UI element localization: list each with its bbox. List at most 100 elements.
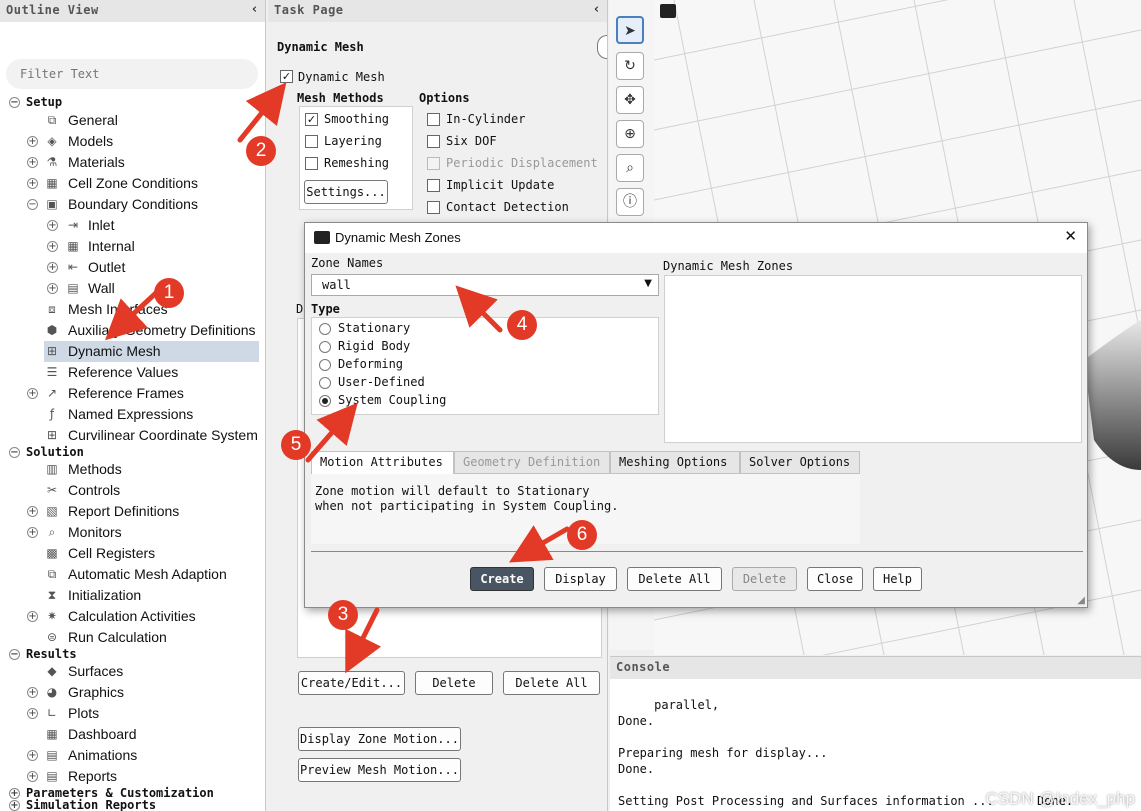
tab-geometry-definition[interactable]: Geometry Definition — [454, 451, 610, 474]
option-checkbox-label: Periodic Displacement — [446, 156, 598, 170]
tree-item[interactable]: + ▤ Animations — [0, 745, 265, 766]
option-checkbox[interactable] — [427, 135, 440, 148]
expand-icon[interactable]: + — [27, 750, 38, 761]
tree-item[interactable]: + ⇤ Outlet — [0, 257, 265, 278]
type-radio[interactable] — [319, 341, 331, 353]
type-radio[interactable] — [319, 377, 331, 389]
delete-all-zones-button[interactable]: Delete All — [503, 671, 600, 695]
collapse-icon[interactable]: − — [9, 649, 20, 660]
tree-item[interactable]: + ▦ Internal — [0, 236, 265, 257]
tree-item[interactable]: ⧗ Initialization — [0, 585, 265, 606]
tree-item[interactable]: + ▦ Cell Zone Conditions — [0, 173, 265, 194]
expand-icon[interactable]: + — [27, 527, 38, 538]
tree-item[interactable]: + ✷ Calculation Activities — [0, 606, 265, 627]
tree-item-label: Inlet — [88, 217, 115, 233]
info-icon[interactable]: ⓘ — [616, 188, 644, 216]
tree-item[interactable]: + Simulation Reports — [0, 795, 265, 811]
expand-icon[interactable]: + — [47, 262, 58, 273]
tree-item[interactable]: ☰ Reference Values — [0, 362, 265, 383]
tree-item[interactable]: + ∟ Plots — [0, 703, 265, 724]
tree-item[interactable]: + ◈ Models — [0, 131, 265, 152]
option-checkbox[interactable] — [427, 157, 440, 170]
tree-item[interactable]: + ⇥ Inlet — [0, 215, 265, 236]
help-tab-edge[interactable] — [597, 35, 607, 59]
filter-text-input[interactable] — [6, 59, 258, 89]
outline-collapse-icon[interactable]: ‹ — [251, 2, 259, 17]
tree-item[interactable]: ⧉ Automatic Mesh Adaption — [0, 564, 265, 585]
expand-icon[interactable]: + — [27, 136, 38, 147]
create-edit-button[interactable]: Create/Edit... — [298, 671, 405, 695]
settings-button[interactable]: Settings... — [304, 180, 388, 204]
collapse-icon[interactable]: − — [27, 199, 38, 210]
collapse-icon[interactable]: − — [9, 447, 20, 458]
initialization-icon: ⧗ — [47, 588, 57, 602]
expand-icon[interactable]: + — [27, 611, 38, 622]
expand-icon[interactable]: + — [27, 157, 38, 168]
rotate-icon[interactable]: ↻ — [616, 52, 644, 80]
zone-names-dropdown[interactable]: wall ▼ — [311, 274, 659, 296]
tree-item[interactable]: ⬢ Auxiliary Geometry Definitions — [0, 320, 265, 341]
tree-item[interactable]: + ⚗ Materials — [0, 152, 265, 173]
expand-icon[interactable]: + — [27, 771, 38, 782]
tree-item[interactable]: + ◕ Graphics — [0, 682, 265, 703]
zoom-to-area-icon[interactable]: ⌕ — [616, 154, 644, 182]
preview-mesh-motion-button[interactable]: Preview Mesh Motion... — [298, 758, 461, 782]
tree-item[interactable]: + ▧ Report Definitions — [0, 501, 265, 522]
tree-item[interactable]: ◆ Surfaces — [0, 661, 265, 682]
delete-all-button[interactable]: Delete All — [627, 567, 722, 591]
delete-button[interactable]: Delete — [732, 567, 797, 591]
tree-item[interactable]: ✂ Controls — [0, 480, 265, 501]
help-button[interactable]: Help — [873, 567, 922, 591]
option-checkbox[interactable] — [427, 113, 440, 126]
resize-grip-icon[interactable]: ◢ — [1077, 595, 1085, 606]
zoom-in-out-icon[interactable]: ⊕ — [616, 120, 644, 148]
option-checkbox[interactable] — [427, 201, 440, 214]
expand-icon[interactable]: + — [47, 220, 58, 231]
display-button[interactable]: Display — [544, 567, 617, 591]
type-radio-label: Deforming — [338, 357, 404, 371]
tree-item[interactable]: + ⌕ Monitors — [0, 522, 265, 543]
animations-icon: ▤ — [46, 748, 58, 762]
dialog-titlebar[interactable]: Dynamic Mesh Zones ✕ — [305, 223, 1087, 253]
tree-item[interactable]: ▥ Methods — [0, 459, 265, 480]
option-checkbox[interactable] — [427, 179, 440, 192]
tree-item[interactable]: + ↗ Reference Frames — [0, 383, 265, 404]
close-icon[interactable]: ✕ — [1064, 227, 1077, 245]
dynamic-mesh-checkbox[interactable]: ✓ — [280, 70, 293, 83]
mesh-method-checkbox[interactable] — [305, 135, 318, 148]
tree-item[interactable]: ⧉ General — [0, 110, 265, 131]
tree-item[interactable]: + ▤ Wall — [0, 278, 265, 299]
collapse-icon[interactable]: − — [9, 97, 20, 108]
close-button[interactable]: Close — [807, 567, 863, 591]
task-page-collapse-icon[interactable]: ‹ — [593, 2, 601, 17]
create-button[interactable]: Create — [470, 567, 534, 591]
type-radio[interactable] — [319, 395, 331, 407]
dynamic-mesh-zones-listbox[interactable] — [664, 275, 1082, 443]
delete-zone-button[interactable]: Delete — [415, 671, 493, 695]
tree-item[interactable]: ▦ Dashboard — [0, 724, 265, 745]
expand-icon[interactable]: + — [27, 687, 38, 698]
expand-icon[interactable]: + — [27, 388, 38, 399]
type-radio[interactable] — [319, 359, 331, 371]
tree-item[interactable]: ƒ Named Expressions — [0, 404, 265, 425]
mesh-method-checkbox[interactable]: ✓ — [305, 113, 318, 126]
expand-icon[interactable]: + — [27, 506, 38, 517]
pan-icon[interactable]: ✥ — [616, 86, 644, 114]
tree-item[interactable]: ⊞ Dynamic Mesh — [0, 341, 265, 362]
display-zone-motion-button[interactable]: Display Zone Motion... — [298, 727, 461, 751]
type-radio[interactable] — [319, 323, 331, 335]
expand-icon[interactable]: + — [27, 708, 38, 719]
select-pointer-icon[interactable]: ➤ — [616, 16, 644, 44]
tree-item[interactable]: ⧈ Mesh Interfaces — [0, 299, 265, 320]
tab-motion-attributes[interactable]: Motion Attributes — [311, 451, 454, 475]
motion-message-line2: when not participating in System Couplin… — [315, 499, 619, 513]
mesh-method-checkbox[interactable] — [305, 157, 318, 170]
expand-icon[interactable]: + — [9, 800, 20, 811]
tree-item[interactable]: − ▣ Boundary Conditions — [0, 194, 265, 215]
tab-meshing-options[interactable]: Meshing Options — [610, 451, 740, 474]
tab-solver-options[interactable]: Solver Options — [740, 451, 860, 474]
expand-icon[interactable]: + — [47, 241, 58, 252]
tree-item[interactable]: ▩ Cell Registers — [0, 543, 265, 564]
expand-icon[interactable]: + — [47, 283, 58, 294]
expand-icon[interactable]: + — [27, 178, 38, 189]
